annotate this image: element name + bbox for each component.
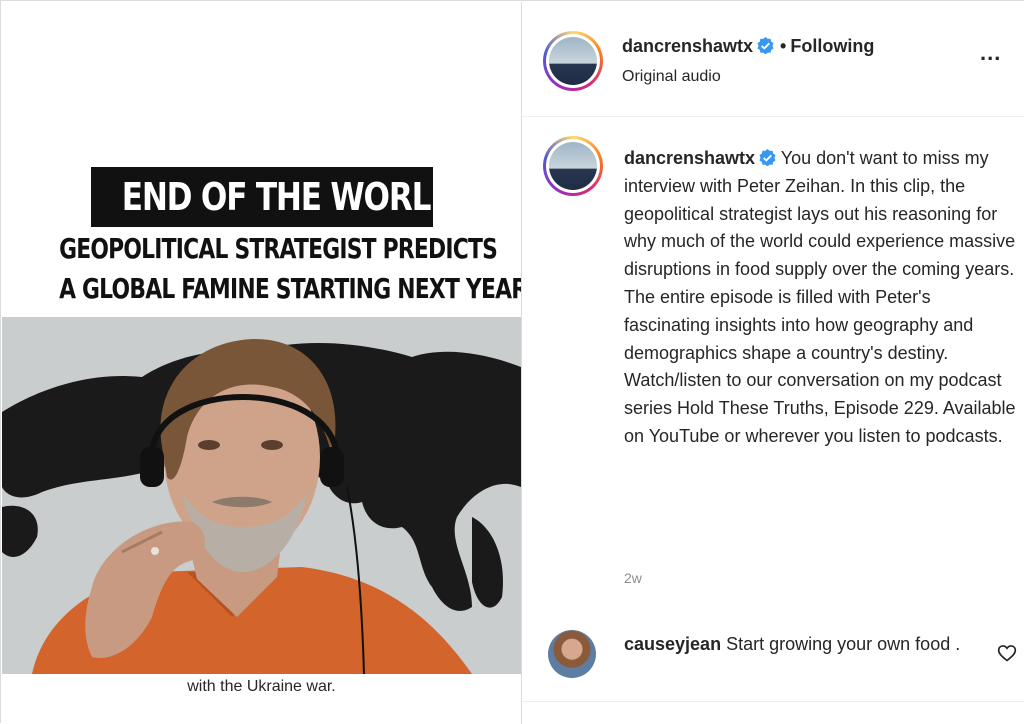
- post-viewer: END OF THE WORLD GEOPOLITICAL STRATEGIST…: [0, 0, 1024, 724]
- post-timestamp[interactable]: 2w: [624, 570, 642, 586]
- verified-badge-icon: [757, 37, 774, 54]
- post-author-avatar[interactable]: [543, 136, 603, 196]
- subheadline-line-1: GEOPOLITICAL STRATEGIST PREDICTS: [59, 232, 498, 265]
- post-sidebar: dancrenshawtx • Following Original audio .…: [521, 2, 1024, 724]
- verified-badge-icon: [759, 149, 776, 166]
- author-avatar[interactable]: [543, 31, 603, 91]
- post-caption: dancrenshawtx You don't want to miss my …: [624, 145, 1016, 451]
- commenter-username[interactable]: causeyjean: [624, 634, 721, 654]
- post-media[interactable]: END OF THE WORLD GEOPOLITICAL STRATEGIST…: [2, 2, 521, 723]
- video-still: [2, 317, 521, 674]
- headline-banner: END OF THE WORLD: [91, 167, 456, 227]
- header-author-row: dancrenshawtx • Following: [622, 36, 874, 57]
- video-frame[interactable]: [2, 317, 521, 674]
- comment-text: Start growing your own food .: [726, 634, 961, 654]
- post-text: You don't want to miss my interview with…: [624, 148, 1016, 446]
- subheadline-line-2: A GLOBAL FAMINE STARTING NEXT YEAR: [59, 272, 521, 305]
- post-header: dancrenshawtx • Following Original audio .…: [522, 2, 1024, 117]
- comment-item: causeyjean Start growing your own food .: [624, 630, 974, 658]
- like-heart-icon[interactable]: [997, 643, 1017, 663]
- headline-text: END OF THE WORLD: [121, 175, 456, 219]
- separator-dot: •: [780, 36, 787, 56]
- author-username[interactable]: dancrenshawtx: [622, 36, 753, 56]
- more-options-icon[interactable]: ...: [980, 42, 1001, 64]
- divider: [522, 701, 1024, 702]
- post-author-username[interactable]: dancrenshawtx: [624, 148, 755, 168]
- video-caption: with the Ukraine war.: [187, 678, 336, 695]
- audio-link[interactable]: Original audio: [622, 68, 721, 86]
- commenter-avatar[interactable]: [548, 630, 596, 678]
- following-button[interactable]: Following: [790, 36, 874, 56]
